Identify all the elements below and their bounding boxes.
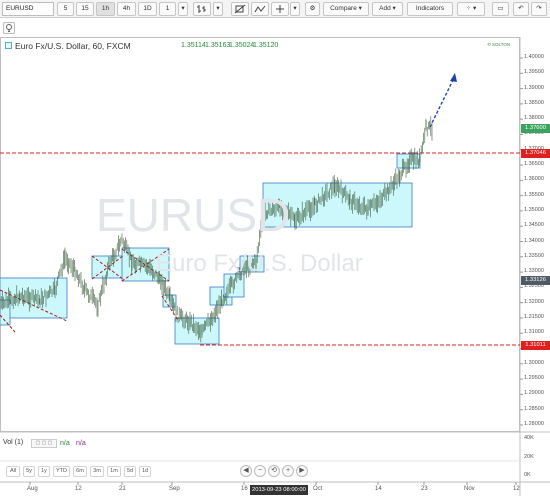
lightbulb-icon[interactable] (3, 22, 15, 34)
redo-icon[interactable]: ↷ (531, 2, 547, 16)
indicators-button[interactable]: Indicators (407, 2, 453, 16)
range-button-3m[interactable]: 3m (90, 466, 104, 477)
price-tick-label: 1.36500 (524, 161, 544, 168)
price-tick-label: 1.35500 (524, 191, 544, 198)
range-button-5y[interactable]: 5y (23, 466, 35, 477)
range-button-1d[interactable]: 1d (139, 466, 151, 477)
fullscreen-icon[interactable]: ▭ (492, 2, 509, 16)
time-tick-label: 12 (75, 486, 82, 492)
zoom-out-icon[interactable]: − (254, 465, 266, 477)
chart-title: Euro Fx/U.S. Dollar, 60, FXCM (15, 41, 131, 51)
price-tick-label: 1.38000 (524, 115, 544, 122)
series-toggle-icon[interactable] (5, 42, 12, 49)
interval-5-button[interactable]: 5 (57, 2, 74, 16)
add-label: Add (379, 5, 391, 12)
range-button-all[interactable]: All (6, 466, 20, 477)
volume-tick-0k: 0K (524, 472, 531, 478)
volume-value-1: n/a (60, 440, 70, 447)
range-button-1y[interactable]: 1y (38, 466, 50, 477)
time-tick-label: 14 (375, 486, 382, 492)
time-tick-label: 23 (421, 486, 428, 492)
gray-price-tag: 1.33126 (521, 276, 550, 285)
ohlc-low: 1.35024 (229, 42, 255, 49)
support-price-tag: 1.31011 (521, 341, 550, 350)
ohlc-close: 1.35120 (253, 42, 279, 49)
watermark-symbol: EURUSD (96, 189, 291, 241)
range-button-5d[interactable]: 5d (124, 466, 136, 477)
drawing-tools-icon[interactable] (231, 2, 249, 16)
time-tick-label: Nov (464, 486, 475, 492)
range-button-6m[interactable]: 6m (73, 466, 87, 477)
projection-arrowhead (450, 73, 457, 82)
range-button-1m[interactable]: 1m (107, 466, 121, 477)
scroll-left-icon[interactable]: ◀ (240, 465, 252, 477)
price-tick-label: 1.40000 (524, 54, 544, 60)
interval-1h-button[interactable]: 1h (96, 2, 115, 16)
time-tick-label: Oct (313, 486, 323, 492)
crosshair-date-label: 2013-09-23 08:00:00 (250, 485, 308, 495)
resistance-price-tag: 1.37046 (521, 149, 550, 158)
last-price-tag: 1.37600 (521, 124, 550, 133)
time-tick-label: 16 (241, 486, 248, 492)
price-tick-label: 1.33500 (524, 252, 544, 259)
reset-zoom-icon[interactable]: ⟲ (268, 465, 280, 477)
price-tick-label: 1.39000 (524, 84, 544, 91)
zoom-in-icon[interactable]: + (282, 465, 294, 477)
price-tick-label: 1.31000 (524, 329, 544, 336)
volume-value-2: n/a (76, 440, 86, 447)
time-tick-label: 21 (119, 486, 126, 492)
volume-tick-40k: 40K (524, 435, 534, 441)
interval-custom-button[interactable]: 1 (159, 2, 176, 16)
price-tick-label: 1.30000 (524, 359, 544, 366)
volume-settings-icon[interactable]: ▢ ▢ ▢ (31, 439, 57, 448)
price-tick-label: 1.33000 (524, 268, 544, 275)
ohlc-high: 1.35163 (205, 42, 231, 49)
watermark-name: Euro Fx/U.S. Dollar (156, 250, 363, 277)
compare-button[interactable]: Compare ▾ (323, 2, 369, 16)
price-tick-label: 1.35000 (524, 206, 544, 213)
price-tick-label: 1.38500 (524, 99, 544, 106)
interval-dropdown-icon[interactable]: ▾ (178, 2, 188, 16)
price-tick-label: 1.28500 (524, 405, 544, 412)
undo-icon[interactable]: ↶ (513, 2, 529, 16)
time-tick-label: Aug (27, 486, 38, 492)
scroll-right-icon[interactable]: ▶ (296, 465, 308, 477)
time-tick-label: Sep (169, 486, 180, 492)
ohlc-open: 1.35114 (181, 42, 206, 49)
time-tick-label: 12 (513, 486, 520, 492)
tools-dropdown-icon[interactable]: ▾ (290, 2, 300, 16)
volume-label: Vol (1) (3, 439, 24, 446)
interval-4h-button[interactable]: 4h (117, 2, 136, 16)
price-tick-label: 1.31500 (524, 313, 544, 320)
price-tick-label: 1.34500 (524, 222, 544, 229)
volume-tick-20k: 20K (524, 454, 534, 460)
compare-label: Compare (330, 5, 357, 12)
symbol-input[interactable]: EURUSD (2, 2, 54, 16)
bar-style-icon[interactable] (193, 2, 211, 16)
price-tick-label: 1.34000 (524, 237, 544, 244)
templates-icon[interactable]: ⁘ ▾ (457, 2, 485, 16)
bar-style-dropdown-icon[interactable]: ▾ (213, 2, 223, 16)
price-tick-label: 1.29500 (524, 375, 544, 382)
price-tick-label: 1.36000 (524, 176, 544, 183)
interval-15-button[interactable]: 15 (76, 2, 94, 16)
pattern-tool-icon[interactable] (251, 2, 269, 16)
price-tick-label: 1.29000 (524, 390, 544, 397)
gear-icon[interactable]: ⚙ (305, 2, 320, 16)
projection-arrow (429, 77, 455, 128)
price-tick-label: 1.39500 (524, 69, 544, 76)
broker-logo: ⟲ SOLTON (487, 42, 511, 47)
top-toolbar: EURUSD 5 15 1h 4h 1D 1 ▾ ▾ ▾ ⚙ Compare ▾… (0, 0, 550, 18)
price-tick-label: 1.28000 (524, 421, 544, 427)
price-tick-label: 1.32000 (524, 298, 544, 305)
interval-1d-button[interactable]: 1D (138, 2, 157, 16)
add-button[interactable]: Add ▾ (372, 2, 403, 16)
measure-tool-icon[interactable] (271, 2, 289, 16)
range-button-ytd[interactable]: YTD (53, 466, 70, 477)
